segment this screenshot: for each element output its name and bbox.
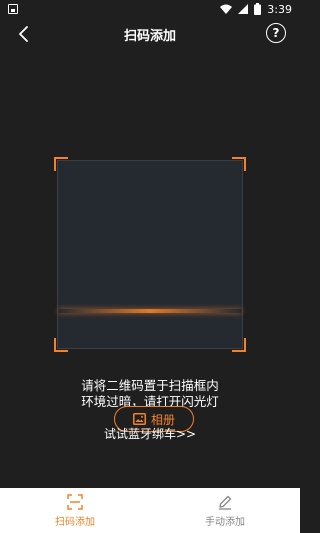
tab-scan-add[interactable]: 扫码添加 (0, 488, 150, 533)
wifi-icon (220, 4, 233, 14)
tab-manual-add[interactable]: 手动添加 (150, 488, 300, 533)
scan-corner-bottom-right (232, 338, 246, 352)
back-icon[interactable] (16, 26, 32, 42)
help-icon: ? (272, 26, 280, 40)
signal-icon (238, 4, 249, 14)
status-bar-right: 3:39 (220, 2, 292, 16)
battery-icon (254, 3, 262, 15)
bluetooth-bind-link[interactable]: 试试蓝牙绑车>> (0, 425, 300, 442)
scan-hint-line1: 请将二维码置于扫描框内 (81, 378, 219, 393)
tab-manual-add-label: 手动添加 (205, 516, 245, 528)
scan-corner-top-left (54, 157, 68, 171)
scan-frame (54, 157, 246, 352)
image-icon (132, 413, 146, 425)
page-title: 扫码添加 (123, 28, 176, 44)
clock-time: 3:39 (267, 2, 292, 16)
header: 扫码添加 ? (0, 18, 300, 50)
scan-line (58, 309, 242, 313)
scan-corner-bottom-left (54, 338, 68, 352)
help-button[interactable]: ? (266, 23, 286, 43)
scan-icon (67, 493, 83, 510)
scan-area (57, 160, 243, 349)
scan-corner-top-right (232, 157, 246, 171)
tab-scan-add-label: 扫码添加 (55, 516, 95, 528)
bottom-tab-bar: 扫码添加 手动添加 (0, 488, 300, 533)
image-notification-icon (8, 4, 18, 14)
status-bar: 3:39 (0, 0, 300, 18)
edit-icon (219, 495, 232, 510)
